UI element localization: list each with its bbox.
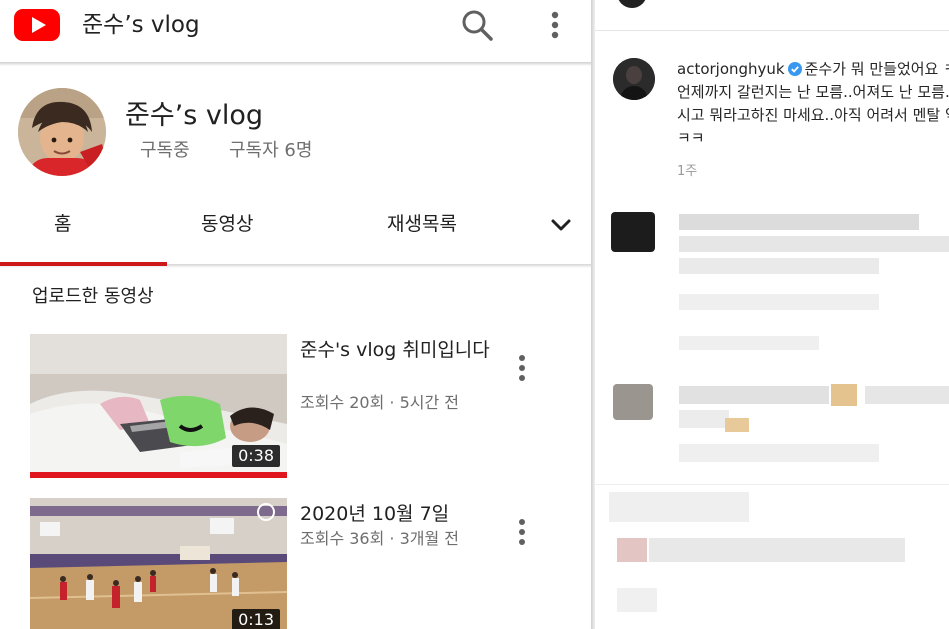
video-duration: 0:13: [232, 609, 280, 629]
chevron-down-icon[interactable]: [547, 214, 575, 236]
tab-videos[interactable]: 동영상: [201, 210, 253, 238]
subscriber-count: 구독자 6명: [229, 140, 313, 161]
verified-badge-icon: [787, 62, 802, 76]
youtube-channel-panel: 준수’s vlog 준수’s vlog 구독중 구독자 6명 홈 동영상 재생목…: [0, 0, 591, 629]
channel-tabs: 홈 동영상 재생목록: [0, 196, 591, 268]
divider: [595, 30, 949, 31]
video-meta: 조회수 20회 · 5시간 전: [300, 393, 460, 412]
video-thumbnail[interactable]: 0:13: [30, 498, 287, 629]
channel-header: 준수’s vlog 구독중 구독자 6명: [0, 66, 591, 186]
avatar: [613, 384, 653, 420]
comment-actions: [595, 290, 949, 360]
active-tab-indicator: [0, 262, 167, 266]
more-vert-icon[interactable]: [540, 6, 570, 46]
section-title: 업로드한 동영상: [32, 286, 154, 307]
video-item[interactable]: 0:13 2020년 10월 7일 조회수 36회 · 3개월 전: [0, 498, 591, 629]
comment-item: [595, 484, 949, 624]
youtube-logo-icon[interactable]: [13, 8, 61, 42]
subscribed-button[interactable]: 구독중: [140, 138, 190, 164]
channel-avatar[interactable]: [18, 88, 106, 176]
post-caption: actorjonghyuk준수가 뭐 만들었어요 ㅋㅋ 언제까지 갈런지는 난 …: [677, 58, 949, 150]
tab-playlists[interactable]: 재생목록: [387, 210, 457, 238]
more-vert-icon[interactable]: [512, 352, 532, 388]
top-app-bar: 준수’s vlog: [0, 0, 591, 66]
post-timestamp[interactable]: 1주: [677, 163, 697, 181]
video-duration: 0:38: [232, 445, 280, 467]
avatar[interactable]: [617, 0, 647, 8]
comment-item: [595, 200, 949, 290]
username-link[interactable]: actorjonghyuk: [677, 60, 785, 78]
watch-progress-bar: [30, 472, 287, 478]
search-icon[interactable]: [458, 6, 498, 46]
avatar[interactable]: [613, 58, 655, 100]
video-title[interactable]: 2020년 10월 7일: [300, 500, 490, 528]
avatar: [611, 212, 655, 252]
more-vert-icon[interactable]: [512, 516, 532, 552]
video-meta: 조회수 36회 · 3개월 전: [300, 529, 460, 548]
video-title[interactable]: 준수's vlog 취미입니다: [300, 336, 490, 364]
comment-item: [595, 378, 949, 478]
channel-name: 준수’s vlog: [125, 100, 264, 131]
video-thumbnail[interactable]: 0:38: [30, 334, 287, 478]
channel-title: 준수’s vlog: [82, 12, 200, 38]
instagram-post-panel: actorjonghyuk준수가 뭐 만들었어요 ㅋㅋ 언제까지 갈런지는 난 …: [595, 0, 949, 629]
tab-home[interactable]: 홈: [54, 210, 71, 238]
video-item[interactable]: 0:38 준수's vlog 취미입니다 조회수 20회 · 5시간 전: [0, 334, 591, 484]
